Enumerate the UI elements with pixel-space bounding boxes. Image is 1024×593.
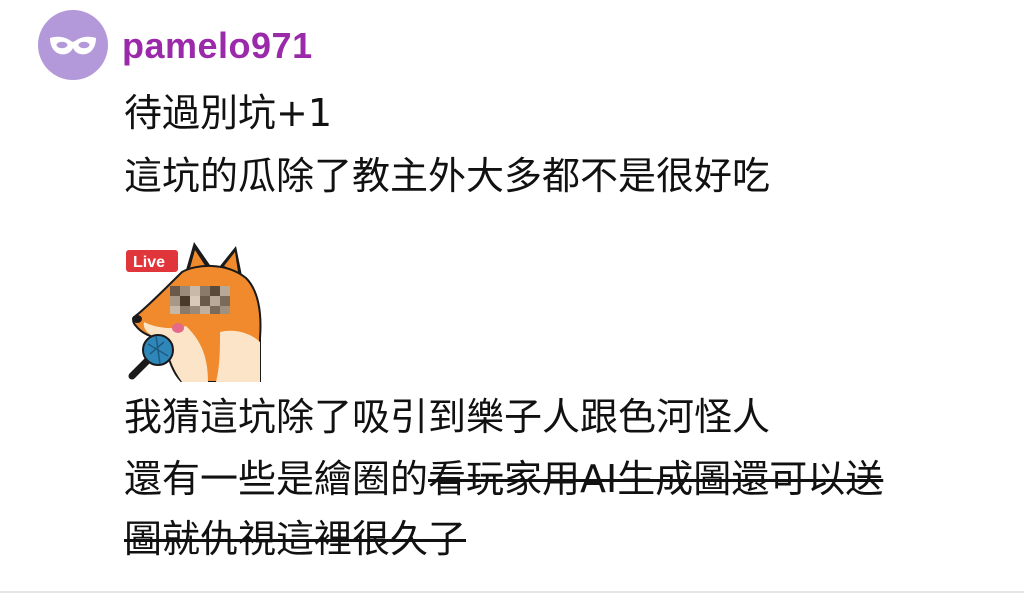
comment-line-1: 待過別坑+1 bbox=[124, 89, 332, 137]
pixelated-eyes bbox=[170, 286, 230, 314]
comment-text: 還有一些是繪圈的 bbox=[124, 457, 429, 501]
comment-line-4: 還有一些是繪圈的看玩家用AI生成圖還可以送 bbox=[124, 455, 883, 503]
comment-line-3: 我猜這坑除了吸引到樂子人跟色河怪人 bbox=[124, 393, 770, 441]
comment-text: 待過別坑+1 bbox=[124, 91, 333, 135]
username[interactable]: pamelo971 bbox=[122, 24, 313, 68]
comment-text: 這坑的瓜除了教主外大多都不是很好吃 bbox=[124, 154, 771, 198]
strikethrough-text: 看玩家用AI生成圖還可以送 bbox=[428, 457, 884, 501]
microphone bbox=[128, 334, 174, 380]
fox-reporter-sticker[interactable]: Live bbox=[124, 242, 264, 383]
comment-text: 我猜這坑除了吸引到樂子人跟色河怪人 bbox=[124, 395, 771, 439]
comment-line-2: 這坑的瓜除了教主外大多都不是很好吃 bbox=[124, 152, 770, 200]
avatar[interactable] bbox=[38, 10, 108, 80]
comment-card: pamelo971 待過別坑+1 這坑的瓜除了教主外大多都不是很好吃 Live bbox=[0, 0, 1024, 593]
fox-sticker-icon: Live bbox=[126, 242, 262, 383]
live-badge-label: Live bbox=[133, 254, 165, 271]
strikethrough-text: 圖就仇視這裡很久了 bbox=[124, 517, 467, 561]
mask-icon bbox=[50, 36, 96, 55]
comment-line-5: 圖就仇視這裡很久了 bbox=[124, 515, 466, 563]
